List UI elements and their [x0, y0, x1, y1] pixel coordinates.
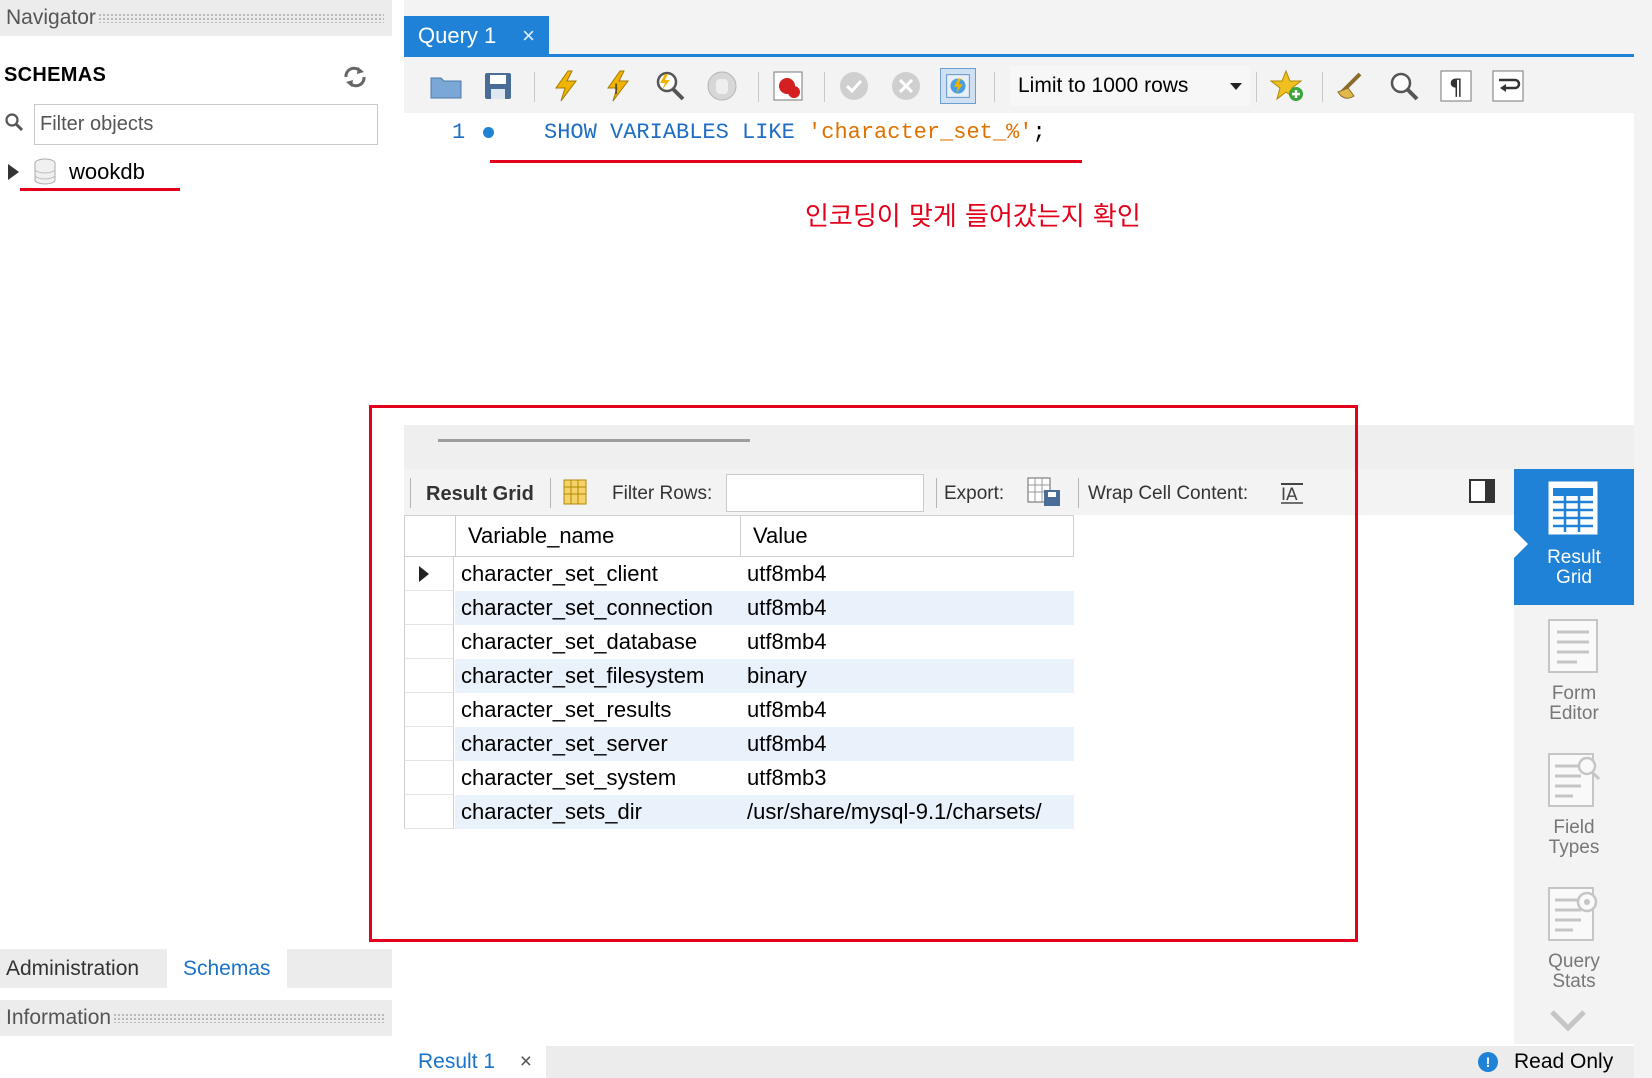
workbench-window: Navigator SCHEMAS wookdb Administration …: [0, 0, 1652, 1078]
schema-tree-item[interactable]: wookdb: [4, 156, 145, 188]
information-header: Information: [0, 1000, 392, 1036]
query-stats-icon[interactable]: [1545, 886, 1601, 942]
save-icon[interactable]: [480, 68, 516, 104]
annotation-underline: [490, 160, 1082, 163]
navigator-header: Navigator: [0, 0, 392, 36]
tab-schemas[interactable]: Schemas: [167, 949, 287, 988]
search-icon: [5, 113, 24, 132]
chevron-down-icon: [1230, 83, 1242, 90]
form-editor-icon[interactable]: [1545, 618, 1601, 674]
commit-icon[interactable]: [836, 68, 872, 104]
info-icon: !: [1478, 1052, 1498, 1072]
header-grip: [113, 1013, 384, 1023]
svg-text:¶: ¶: [1449, 76, 1463, 101]
refresh-icon[interactable]: [342, 66, 368, 88]
sql-code-line[interactable]: SHOW VARIABLES LIKE 'character_set_%';: [544, 120, 1046, 145]
result-tabs-bar: [404, 1046, 1652, 1078]
add-snippet-icon[interactable]: [1270, 68, 1306, 104]
expand-arrow-icon[interactable]: [8, 164, 19, 180]
editor-tabbar: [404, 0, 1652, 56]
annotation-text: 인코딩이 맞게 들어갔는지 확인: [805, 202, 1141, 232]
execute-icon[interactable]: [548, 68, 584, 104]
side-label-query-stats: Query Stats: [1514, 952, 1634, 992]
tabstrip-filler: [287, 949, 392, 988]
explain-icon[interactable]: [652, 68, 688, 104]
stop-icon[interactable]: [704, 68, 740, 104]
sql-terminator: ;: [1032, 120, 1046, 145]
schemas-title: SCHEMAS: [4, 64, 107, 86]
sql-keywords: SHOW VARIABLES LIKE: [544, 120, 795, 145]
rollback-icon[interactable]: [888, 68, 924, 104]
navigator-title: Navigator: [6, 6, 96, 29]
chevron-down-icon[interactable]: [1548, 1006, 1588, 1034]
tab-query-1[interactable]: Query 1 ×: [404, 16, 549, 56]
execute-current-icon[interactable]: I: [600, 68, 636, 104]
schema-name: wookdb: [69, 159, 145, 184]
header-grip: [97, 13, 384, 23]
toggle-side-panel-icon[interactable]: [1468, 478, 1496, 504]
window-edge: [1634, 0, 1652, 1078]
result-tab-label: Result 1: [418, 1050, 496, 1073]
statement-marker-icon: [483, 127, 494, 138]
autocommit-icon[interactable]: [940, 68, 976, 104]
close-icon[interactable]: ×: [520, 1050, 532, 1074]
side-label-text: Form Editor: [1549, 683, 1599, 724]
open-folder-icon[interactable]: [428, 68, 464, 104]
read-only-status: ! Read Only: [1478, 1050, 1613, 1074]
invisible-chars-icon[interactable]: ¶: [1438, 68, 1474, 104]
side-label-text: Field Types: [1548, 817, 1600, 858]
annotation-underline: [20, 188, 180, 191]
tab-administration[interactable]: Administration: [0, 949, 167, 988]
field-types-icon[interactable]: [1545, 752, 1601, 808]
read-only-label: Read Only: [1514, 1050, 1614, 1073]
side-label-result-grid: Result Grid: [1514, 548, 1634, 588]
beautify-icon[interactable]: [1334, 68, 1370, 104]
sql-string: 'character_set_%': [808, 120, 1033, 145]
annotation-highlight-box: [369, 405, 1358, 942]
side-label-field-types: Field Types: [1514, 818, 1634, 858]
side-label-form-editor: Form Editor: [1514, 684, 1634, 724]
tab-label: Query 1: [418, 23, 497, 48]
limit-rows-label: Limit to 1000 rows: [1018, 74, 1189, 97]
svg-text:I: I: [614, 82, 618, 98]
side-label-text: Query Stats: [1548, 951, 1600, 992]
database-icon: [34, 158, 56, 185]
line-number: 1: [452, 120, 466, 145]
close-icon[interactable]: ×: [522, 23, 535, 49]
information-title: Information: [6, 1006, 112, 1029]
limit-rows-select[interactable]: Limit to 1000 rows: [1010, 66, 1250, 106]
side-label-text: Result Grid: [1547, 547, 1601, 588]
find-icon[interactable]: [1386, 68, 1422, 104]
word-wrap-icon[interactable]: [1490, 68, 1526, 104]
result-grid-icon[interactable]: [1545, 480, 1601, 536]
tab-result-1[interactable]: Result 1 ×: [404, 1046, 546, 1078]
toggle-error-icon[interactable]: [770, 68, 806, 104]
filter-objects-input[interactable]: [34, 104, 378, 145]
